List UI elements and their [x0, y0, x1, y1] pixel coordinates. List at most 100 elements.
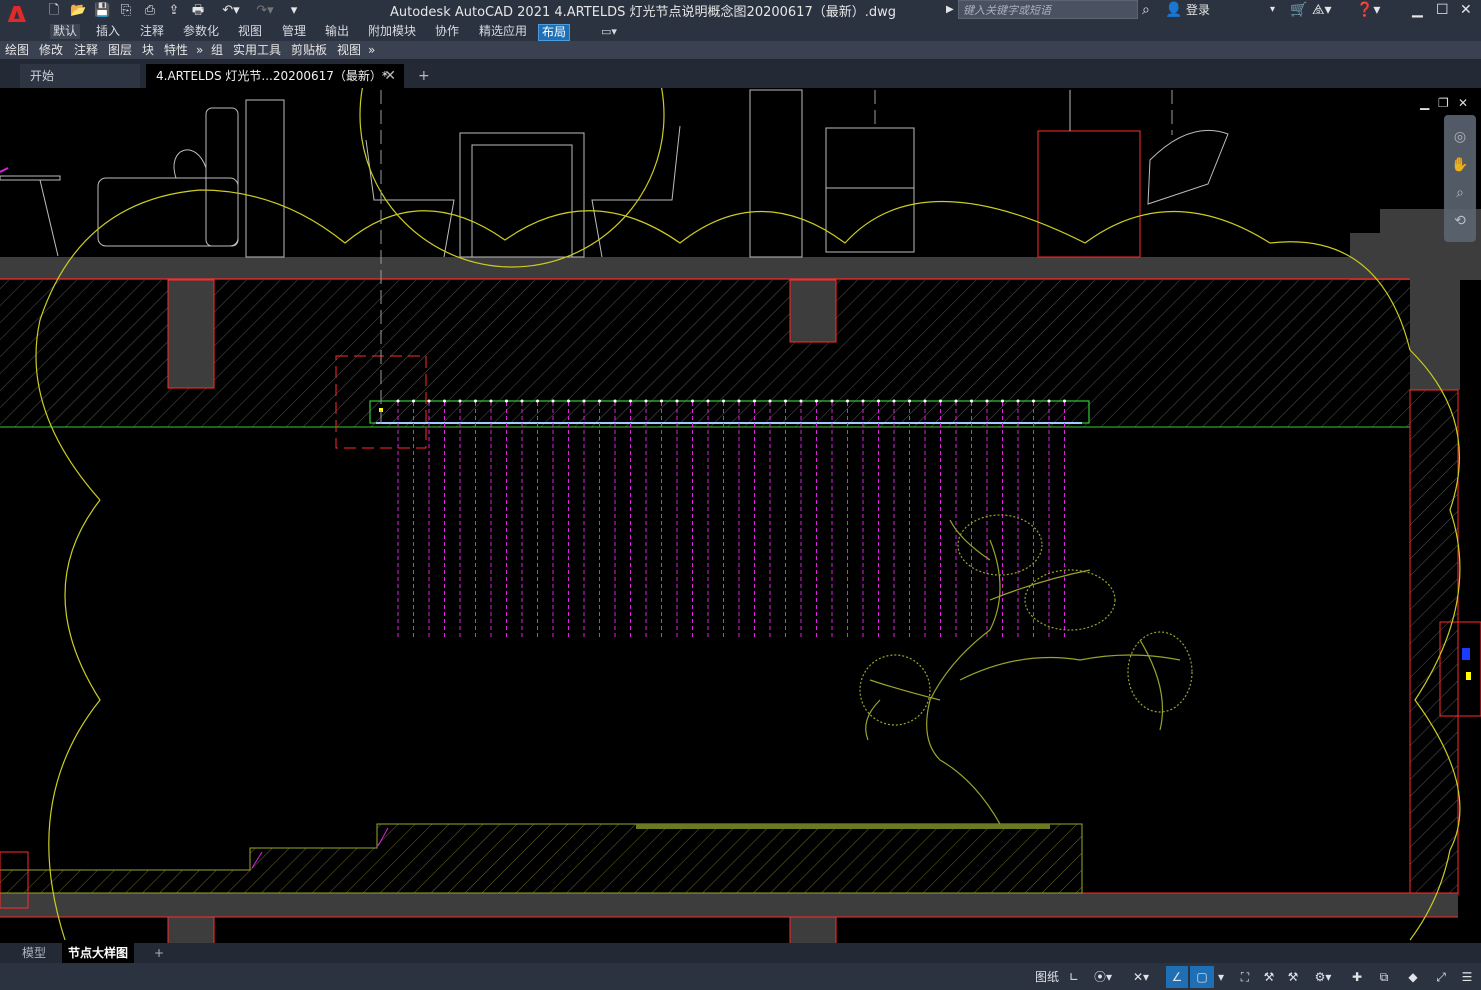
tab-parametric[interactable]: 参数化 [180, 24, 222, 39]
expand-arrow-icon[interactable]: ▶ [946, 1, 954, 19]
search-icon[interactable]: ⌕ [1142, 1, 1150, 19]
window-minimize-icon[interactable]: ▁ [1412, 1, 1423, 19]
panel-annotation[interactable]: 注释 [74, 42, 98, 58]
add-layout-icon[interactable]: + [148, 943, 170, 963]
light-point [892, 399, 896, 403]
light-point [613, 399, 617, 403]
zoom-icon[interactable]: ⌕ [1450, 183, 1470, 203]
tab-addins[interactable]: 附加模块 [365, 24, 419, 39]
redo-icon[interactable]: ↷▾ [250, 2, 280, 20]
panel-groups[interactable]: 组 [211, 42, 223, 58]
panel-modify[interactable]: 修改 [39, 42, 63, 58]
viewport-close-icon[interactable]: ✕ [1458, 96, 1468, 110]
panel-view[interactable]: 视图 [337, 42, 361, 58]
open-file-icon[interactable]: 📂 [70, 2, 86, 20]
viewport-minimize-icon[interactable]: ▁ [1420, 96, 1429, 110]
light-point [706, 399, 710, 403]
cart-icon[interactable]: 🛒 [1290, 1, 1307, 19]
document-tab[interactable]: 4.ARTELDS 灯光节...20200617（最新）* ✕ [146, 64, 404, 88]
osnap-dropdown-icon[interactable]: ▾ [1214, 966, 1228, 988]
tab-layout[interactable]: 布局 [538, 24, 571, 41]
light-point [644, 399, 648, 403]
pan-icon[interactable]: ✋ [1450, 155, 1470, 175]
layout-tab-bar: 模型 节点大样图 + [0, 943, 1481, 963]
steering-wheel-icon[interactable]: ◎ [1450, 127, 1470, 147]
viewport-scale-icon[interactable]: ⛶ [1234, 966, 1256, 988]
tab-featured-apps[interactable]: 精选应用 [476, 24, 530, 39]
login-dropdown-icon[interactable]: ▾ [1270, 1, 1275, 19]
window-close-icon[interactable]: ✕ [1460, 1, 1472, 19]
light-point [722, 399, 725, 403]
drawing-canvas[interactable] [0, 88, 1481, 943]
panel-block[interactable]: 块 [142, 42, 154, 58]
light-point [970, 399, 973, 403]
undo-icon[interactable]: ↶▾ [216, 2, 246, 20]
ribbon-display-toggle-icon[interactable]: ▭▾ [598, 24, 620, 39]
panel-draw[interactable]: 绘图 [5, 42, 29, 58]
clean-screen-icon[interactable]: ⤢ [1430, 966, 1452, 988]
tab-insert[interactable]: 插入 [93, 24, 123, 39]
auto-scale-icon[interactable]: ⚒ [1282, 966, 1304, 988]
customize-toolbar-icon[interactable]: ▾ [286, 2, 302, 20]
save-icon[interactable]: 💾 [94, 2, 110, 20]
panel-layers[interactable]: 图层 [108, 42, 132, 58]
object-snap-icon[interactable]: ▢ [1190, 966, 1214, 988]
close-tab-icon[interactable]: ✕ [384, 64, 396, 88]
window-title: Autodesk AutoCAD 2021 4.ARTELDS 灯光节点说明概念… [390, 5, 896, 20]
new-tab-icon[interactable]: + [418, 64, 430, 88]
panel-clipboard[interactable]: 剪贴板 [291, 42, 327, 58]
polar-tracking-icon[interactable]: ⦿▾ [1086, 966, 1120, 988]
save-as-icon[interactable]: ⎘ [118, 2, 134, 20]
light-point [427, 399, 431, 403]
light-point [846, 399, 849, 403]
viewport-restore-icon[interactable]: ❐ [1438, 96, 1449, 110]
right-wall [1409, 280, 1481, 896]
user-icon[interactable]: 👤 [1165, 1, 1182, 19]
panel-overflow-1[interactable]: » [196, 42, 203, 58]
ribbon-tabs: 默认 插入 注释 参数化 视图 管理 输出 附加模块 协作 精选应用 布局 ▭▾ [0, 22, 1481, 41]
tab-collaborate[interactable]: 协作 [432, 24, 462, 39]
isodraft-icon[interactable]: ✕▾ [1124, 966, 1158, 988]
annotation-monitor-icon[interactable]: ✚ [1346, 966, 1368, 988]
tab-default[interactable]: 默认 [50, 24, 81, 39]
tab-output[interactable]: 输出 [322, 24, 352, 39]
layout-tab-active[interactable]: 节点大样图 [62, 943, 135, 963]
share-icon[interactable]: ⇪ [166, 2, 182, 20]
light-point [768, 399, 772, 403]
tab-view[interactable]: 视图 [235, 24, 265, 39]
tab-annotate[interactable]: 注释 [137, 24, 167, 39]
light-point [505, 399, 508, 403]
plot-icon[interactable]: 🖶 [190, 2, 206, 20]
hardware-acceleration-icon[interactable]: ◆ [1400, 966, 1426, 988]
new-file-icon[interactable]: 🗋 [46, 2, 62, 20]
login-link[interactable]: 登录 [1186, 1, 1210, 19]
file-tab-bar: 开始 4.ARTELDS 灯光节...20200617（最新）* ✕ + [0, 60, 1481, 88]
orbit-icon[interactable]: ⟲ [1450, 211, 1470, 231]
light-point [396, 399, 400, 403]
panel-overflow-2[interactable]: » [368, 42, 375, 58]
ortho-icon[interactable]: ∟ [1064, 966, 1084, 988]
panel-utilities[interactable]: 实用工具 [233, 42, 281, 58]
light-point [799, 399, 803, 403]
document-tab-label: 4.ARTELDS 灯光节...20200617（最新）* [156, 69, 388, 83]
help-icon[interactable]: ❓▾ [1356, 1, 1380, 19]
tab-manage[interactable]: 管理 [279, 24, 309, 39]
customization-menu-icon[interactable]: ☰ [1456, 966, 1478, 988]
light-point [1001, 399, 1004, 403]
isolate-objects-icon[interactable]: ⧉ [1372, 966, 1396, 988]
start-tab[interactable]: 开始 [20, 64, 140, 88]
model-tab[interactable]: 模型 [16, 943, 52, 963]
window-maximize-icon[interactable]: ☐ [1436, 1, 1449, 19]
annotation-visibility-icon[interactable]: ⚒ [1258, 966, 1280, 988]
workspace-gear-icon[interactable]: ⚙▾ [1306, 966, 1340, 988]
autodesk-apps-icon[interactable]: ⧌▾ [1312, 1, 1332, 19]
panel-properties[interactable]: 特性 [164, 42, 188, 58]
paper-space-toggle[interactable]: 图纸 [1034, 966, 1060, 988]
light-point [939, 399, 942, 403]
title-bar: A 🗋 📂 💾 ⎘ ⎙ ⇪ 🖶 ↶▾ ↷▾ ▾ Autodesk AutoCAD… [0, 0, 1481, 33]
publish-icon[interactable]: ⎙ [142, 2, 158, 20]
light-point [536, 399, 539, 403]
search-input[interactable]: 键入关键字或短语 [958, 0, 1138, 19]
object-snap-tracking-icon[interactable]: ∠ [1166, 966, 1188, 988]
light-point [753, 399, 756, 403]
